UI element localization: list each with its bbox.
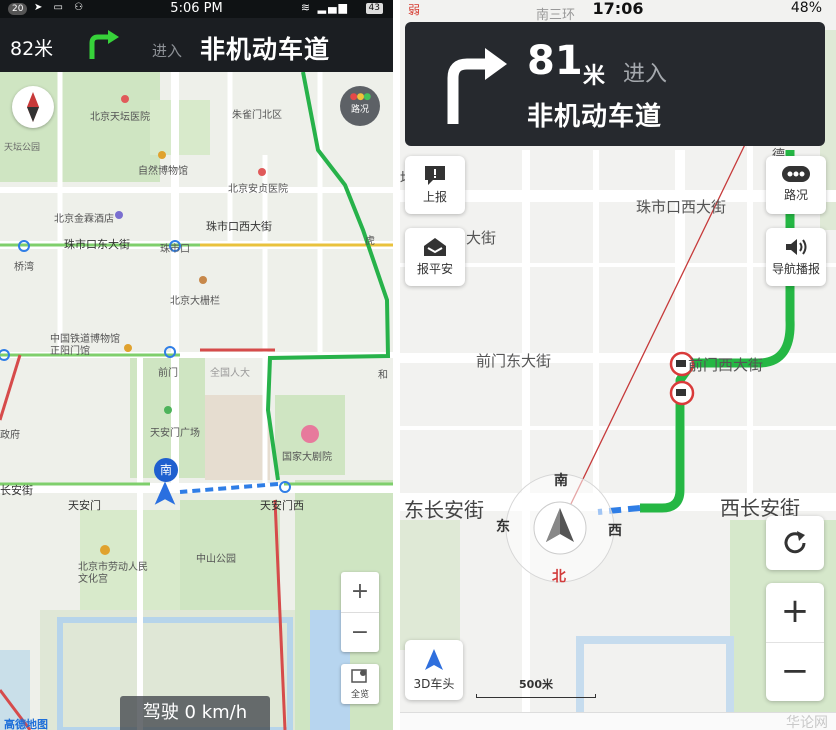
status-time: 17:06 — [592, 0, 644, 18]
map-label: 朱雀门北区 — [232, 110, 282, 121]
map-label: 珠市口东大街 — [64, 238, 130, 251]
zoom-controls: + − — [341, 572, 379, 652]
map-label: 全国人大 — [210, 368, 250, 379]
map-label: 天安门西 — [260, 499, 304, 512]
turn-right-arrow-icon — [447, 48, 507, 124]
map-label: 中山公园 — [196, 554, 236, 565]
app-logo: 高德地图 — [4, 718, 48, 730]
watermark: 华论网 — [786, 715, 828, 730]
map-label: 北京金霖酒店 — [54, 214, 114, 225]
turn-distance: 82米 — [10, 38, 54, 60]
left-navigation-screen: 20 ➤ ▭ ⚇ 5:06 PM ≋ ▂▄▆ 43 82米 进入 非机动车道 天… — [0, 0, 393, 730]
enter-label: 进入 — [623, 62, 668, 87]
safe-report-label: 报平安 — [416, 262, 453, 276]
speaker-icon — [786, 239, 807, 255]
map-label: 珠市口 — [160, 244, 190, 255]
status-bar: 20 ➤ ▭ ⚇ 5:06 PM ≋ ▂▄▆ 43 — [0, 0, 393, 18]
battery-indicator: 48% — [790, 0, 822, 16]
voice-broadcast-label: 导航播报 — [771, 262, 820, 276]
next-road-name: 非机动车道 — [200, 35, 331, 64]
refresh-icon — [784, 531, 806, 554]
compass-button[interactable] — [12, 86, 54, 128]
map-label: 虎 — [365, 236, 375, 247]
zoom-controls: + − — [766, 583, 824, 701]
map-label: 珠市口西大街 — [636, 198, 727, 216]
map-scale-label: 500米 — [519, 678, 553, 691]
traffic-toggle-label: 路况 — [783, 188, 808, 202]
voice-broadcast-button[interactable]: 导航播报 — [766, 228, 826, 286]
map-label: 自然博物馆 — [138, 166, 188, 177]
right-navigation-screen: 弱 17:06 48% 81 米 进入 非机动车道 南三环 坛 德 大街 珠市口… — [400, 0, 836, 730]
traffic-light-icon: ●●● — [349, 92, 372, 102]
bottom-sheet-handle[interactable] — [400, 712, 836, 730]
map-label: 和 — [378, 370, 388, 381]
safe-report-button[interactable]: 报平安 — [405, 228, 465, 286]
battery-indicator: 43 — [365, 3, 383, 14]
map-label: 南三环 — [536, 8, 576, 23]
map-label: 大街 — [466, 229, 497, 247]
report-flag-icon — [425, 166, 445, 185]
panel-divider — [393, 0, 400, 730]
map-label: 政府 — [0, 430, 20, 441]
map-label: 前门 — [158, 368, 178, 379]
zoom-out-button[interactable]: − — [341, 612, 379, 652]
vehicle-position-marker: 南 — [154, 458, 178, 482]
3d-heading-button[interactable]: 3D车头 — [405, 640, 463, 700]
next-road-name: 非机动车道 — [527, 102, 663, 132]
map-label: 北京安贞医院 — [228, 184, 288, 195]
map-label: 东长安街 — [404, 498, 484, 522]
vehicle-arrow-icon — [154, 481, 176, 505]
overview-label: 全览 — [350, 690, 369, 700]
turn-right-arrow-icon — [89, 30, 119, 59]
zoom-out-button[interactable]: − — [766, 642, 824, 701]
map-label: 前门东大街 — [476, 352, 552, 370]
map-label: 珠市口西大街 — [206, 220, 272, 233]
3d-heading-label: 3D车头 — [413, 677, 455, 691]
zoom-in-button[interactable]: + — [341, 572, 379, 612]
map-label: 前门西大街 — [688, 356, 764, 374]
wifi-signal-icon: ≋ ▂▄▆ — [300, 1, 349, 14]
distance-unit: 米 — [583, 64, 606, 89]
left-map-canvas[interactable] — [0, 0, 393, 730]
enter-label: 进入 — [152, 42, 183, 60]
map-label: 国家大剧院 — [282, 452, 332, 463]
report-button[interactable]: 上报 — [405, 156, 465, 214]
map-label: 天安门 — [68, 499, 101, 512]
overview-button[interactable]: 全览 — [341, 664, 379, 704]
guidance-card: 81 米 进入 非机动车道 — [405, 22, 825, 146]
map-label: 长安街 — [0, 484, 33, 497]
guidance-banner: 82米 进入 非机动车道 — [0, 18, 393, 72]
refresh-route-button[interactable] — [766, 516, 824, 570]
map-label-tiantan: 天坛公园 — [4, 143, 41, 153]
map-label: 天安门广场 — [150, 428, 200, 439]
safe-envelope-icon — [424, 238, 446, 256]
map-label: 北京天坛医院 — [90, 112, 150, 123]
overview-map-icon — [351, 669, 367, 683]
compass-needle-icon — [27, 92, 39, 122]
3d-arrow-icon — [425, 649, 443, 670]
turn-distance: 81 — [527, 38, 583, 84]
traffic-toggle-button[interactable]: ●●● 路况 — [340, 86, 380, 126]
compass-rotate-control[interactable] — [506, 474, 614, 582]
speed-display: 驾驶 0 km/h — [120, 696, 270, 730]
map-label: 北京市劳动人民文化宫 — [78, 562, 148, 585]
status-bar: 弱 17:06 48% — [400, 0, 836, 20]
map-label: 中国铁道博物馆正阳门馆 — [50, 334, 120, 357]
map-label: 桥湾 — [14, 262, 34, 273]
zoom-in-button[interactable]: + — [766, 583, 824, 642]
traffic-toggle-label: 路况 — [350, 105, 369, 115]
report-label: 上报 — [422, 190, 447, 204]
traffic-toggle-button[interactable]: 路况 — [766, 156, 826, 214]
map-label: 北京大栅栏 — [170, 296, 220, 307]
traffic-dots-icon — [782, 166, 810, 182]
map-scale-bar — [476, 694, 596, 698]
